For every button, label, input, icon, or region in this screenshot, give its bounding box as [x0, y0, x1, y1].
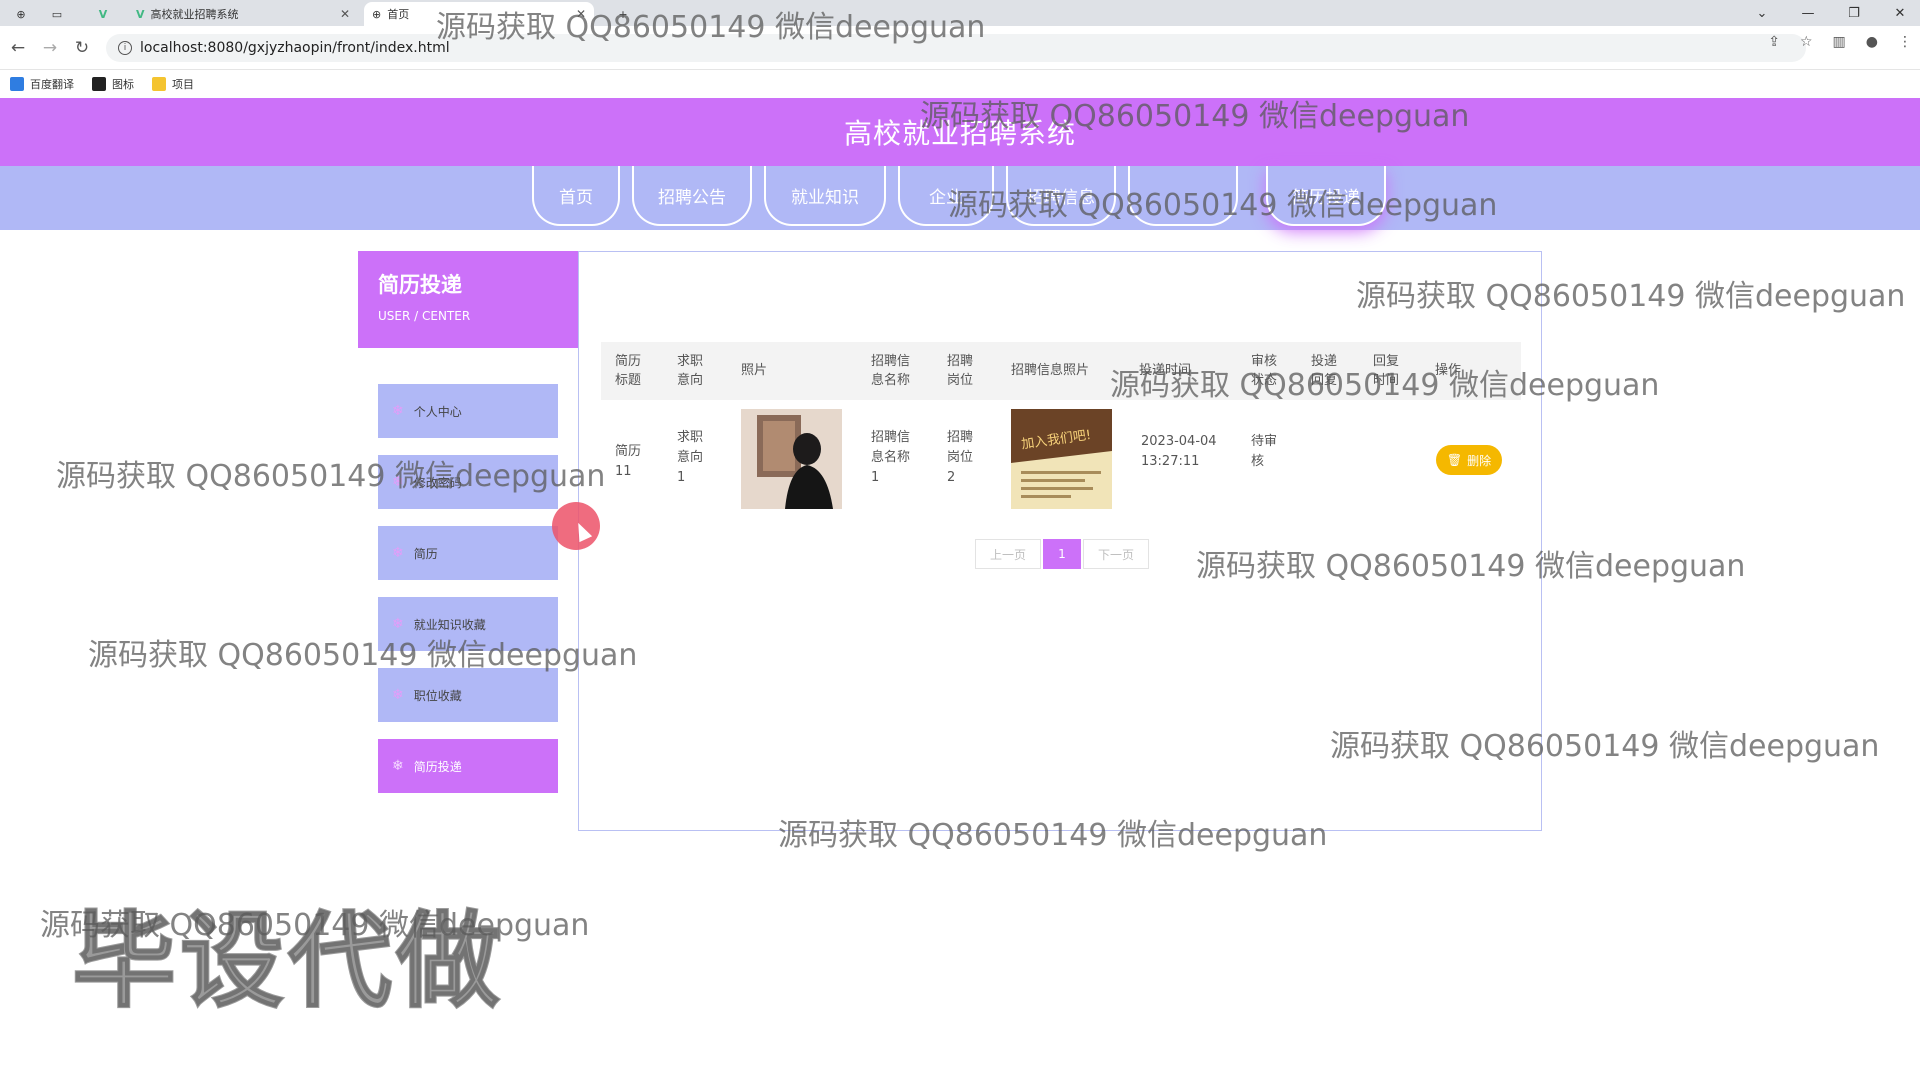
watermark-text: 源码获取 QQ86050149 微信deepguan: [948, 188, 1498, 223]
watermark-text: 源码获取 QQ86050149 微信deepguan: [920, 99, 1470, 134]
forward-icon[interactable]: →: [38, 36, 62, 60]
job-poster-image: 加入我们吧!: [1011, 409, 1112, 509]
back-icon[interactable]: ←: [6, 36, 30, 60]
col-header-photo: 照片: [741, 363, 768, 378]
stamp-watermark: 毕设代做: [71, 899, 505, 1023]
close-icon[interactable]: ✕: [340, 7, 350, 21]
bookmark-label: 百度翻译: [30, 78, 74, 91]
bookmark-label: 图标: [112, 78, 134, 91]
snowflake-icon: ❄: [392, 687, 404, 703]
globe-tab[interactable]: ⊕: [8, 2, 34, 26]
cell-time: 2023-04-04 13:27:11: [1141, 434, 1217, 469]
star-icon[interactable]: ☆: [1800, 34, 1813, 50]
col-header-info-name: 招聘信 息名称: [871, 354, 911, 388]
image-icon: [92, 77, 106, 91]
minimize-button[interactable]: —: [1788, 2, 1828, 24]
resume-photo: [741, 409, 842, 509]
snowflake-icon: ❄: [392, 403, 404, 419]
sidebar-header: 简历投递 USER / CENTER: [358, 251, 578, 348]
cell-status: 待审 核: [1251, 434, 1278, 469]
cell-intent: 求职 意向 1: [677, 430, 704, 485]
sidebar-item-label: 职位收藏: [413, 688, 462, 703]
restore-button[interactable]: ❐: [1834, 2, 1874, 24]
bookmark-item[interactable]: 图标: [92, 76, 134, 92]
snowflake-icon: ❄: [392, 545, 404, 561]
sidepanel-icon[interactable]: ▥: [1833, 34, 1846, 50]
watermark-text: 源码获取 QQ86050149 微信deepguan: [778, 818, 1328, 853]
watermark-text: 源码获取 QQ86050149 微信deepguan: [1330, 729, 1880, 764]
sidebar-item-resume[interactable]: ❄ 简历: [378, 526, 558, 580]
watermark-text: 源码获取 QQ86050149 微信deepguan: [1356, 279, 1906, 314]
snowflake-icon: ❄: [392, 758, 404, 774]
nav-home[interactable]: 首页: [532, 166, 620, 226]
tab-title: 高校就业招聘系统: [150, 8, 239, 21]
sidebar-item-job-favorites[interactable]: ❄ 职位收藏: [378, 668, 558, 722]
sidebar-item-personal-center[interactable]: ❄ 个人中心: [378, 384, 558, 438]
close-window-button[interactable]: ✕: [1880, 2, 1920, 24]
delete-button[interactable]: 🗑 删除: [1436, 445, 1502, 475]
page-icon: ▭: [51, 7, 63, 21]
col-header-poster: 招聘信息照片: [1011, 363, 1090, 378]
sidebar-subtitle: USER / CENTER: [378, 309, 471, 323]
blank-tab[interactable]: ▭: [44, 2, 70, 26]
sidebar-item-label: 个人中心: [413, 404, 462, 419]
globe-icon: ⊕: [16, 7, 26, 21]
next-page-button[interactable]: 下一页: [1083, 539, 1149, 569]
vue-icon: V: [98, 7, 108, 21]
cell-title: 简历 11: [615, 444, 642, 479]
col-header-title: 简历 标题: [615, 354, 642, 388]
sidebar-title: 简历投递: [378, 273, 462, 297]
watermark-text: 源码获取 QQ86050149 微信deepguan: [56, 459, 606, 494]
watermark-text: 源码获取 QQ86050149 微信deepguan: [436, 10, 986, 45]
toolbar-icons: ⇪ ☆ ▥ ● ⋮: [1768, 34, 1912, 50]
trash-icon: 🗑: [1446, 453, 1463, 467]
watermark-text: 源码获取 QQ86050149 微信deepguan: [88, 638, 638, 673]
sidebar-item-resume-delivery[interactable]: ❄ 简历投递: [378, 739, 558, 793]
page-1-button[interactable]: 1: [1043, 539, 1081, 569]
translate-icon: [10, 77, 24, 91]
tab-search-icon[interactable]: ⌄: [1742, 2, 1782, 24]
reload-icon[interactable]: ↻: [70, 36, 94, 60]
bookmark-item[interactable]: 项目: [152, 76, 194, 92]
vue-tab[interactable]: V: [90, 2, 116, 26]
watermark-text: 源码获取 QQ86050149 微信deepguan: [1110, 368, 1660, 403]
share-icon[interactable]: ⇪: [1768, 34, 1780, 50]
col-header-post: 招聘 岗位: [947, 354, 974, 388]
url-text: localhost:8080/gxjyzhaopin/front/index.h…: [140, 40, 450, 56]
col-header-intent: 求职 意向: [677, 354, 704, 388]
watermark-text: 源码获取 QQ86050149 微信deepguan: [1196, 549, 1746, 584]
watermark-text: 源码获取 QQ86050149 微信deepguan: [40, 908, 590, 943]
bookmark-label: 项目: [172, 78, 194, 91]
browser-tab-1[interactable]: V 高校就业招聘系统 ✕: [128, 2, 358, 26]
folder-icon: [152, 77, 166, 91]
cell-post: 招聘 岗位 2: [947, 430, 974, 485]
globe-icon: ⊕: [372, 7, 382, 21]
info-icon[interactable]: i: [118, 41, 132, 55]
profile-icon[interactable]: ●: [1866, 34, 1878, 50]
sidebar-item-label: 简历投递: [413, 759, 462, 774]
menu-icon[interactable]: ⋮: [1898, 34, 1912, 50]
tab-title: 首页: [387, 8, 410, 21]
vue-icon: V: [136, 7, 145, 21]
sidebar-item-label: 简历: [413, 546, 438, 561]
delete-label: 删除: [1467, 453, 1492, 468]
bookmark-item[interactable]: 百度翻译: [10, 76, 74, 92]
cell-info-name: 招聘信 息名称 1: [871, 430, 911, 485]
nav-knowledge[interactable]: 就业知识: [764, 166, 886, 226]
prev-page-button[interactable]: 上一页: [975, 539, 1041, 569]
nav-announcements[interactable]: 招聘公告: [632, 166, 752, 226]
